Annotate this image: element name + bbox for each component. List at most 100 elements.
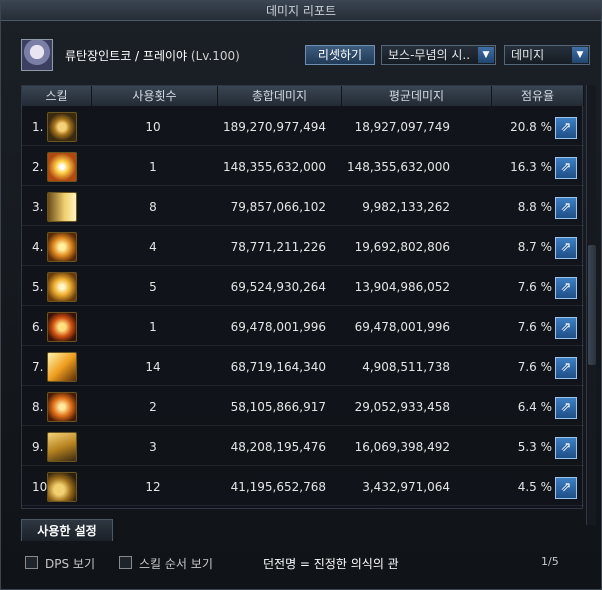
average-damage: 29,052,933,458: [354, 400, 450, 414]
chevron-down-icon: ▼: [478, 47, 494, 63]
sunburst-icon: [47, 152, 77, 182]
damage-share: 20.8 %: [510, 120, 552, 134]
table-row: 3. 8 79,857,066,102 9,982,133,262 8.8 % ⇗: [22, 188, 584, 226]
metric-select-value: 데미지: [511, 48, 545, 62]
row-index: 2.: [32, 160, 44, 174]
row-index: 8.: [32, 400, 44, 414]
total-damage: 189,270,977,494: [222, 120, 326, 134]
column-header-skill[interactable]: 스킬: [22, 86, 92, 106]
row-index: 3.: [32, 200, 44, 214]
use-count: 5: [149, 280, 157, 294]
damage-share: 6.4 %: [517, 400, 552, 414]
use-count: 14: [145, 360, 161, 374]
metric-select[interactable]: 데미지 ▼: [504, 45, 590, 65]
table-row: 5. 5 69,524,930,264 13,904,986,052 7.6 % ⇗: [22, 268, 584, 306]
damage-share: 8.8 %: [517, 200, 552, 214]
column-header-share[interactable]: 점유율: [492, 86, 584, 106]
skill-order-checkbox[interactable]: [119, 556, 132, 569]
row-index: 4.: [32, 240, 44, 254]
character-name: 류탄장인트코 / 프레이야 (Lv.100): [65, 47, 240, 64]
average-damage: 4,908,511,738: [362, 360, 450, 374]
total-damage: 41,195,652,768: [230, 480, 326, 494]
page-indicator: 1/5: [541, 555, 559, 568]
missile-launcher-icon: [47, 432, 77, 462]
table-row: 7. 14 68,719,164,340 4,908,511,738 7.6 % ⇗: [22, 348, 584, 386]
table-row: 4. 4 78,771,211,226 19,692,802,806 8.7 % ⇗: [22, 228, 584, 266]
skill-damage-table: 스킬 사용횟수 총합데미지 평균데미지 점유율 1. 10 189,270,977,…: [21, 85, 584, 509]
orange-sphere-icon: [47, 312, 77, 342]
column-header-count[interactable]: 사용횟수: [92, 86, 218, 106]
damage-share: 16.3 %: [510, 160, 552, 174]
table-row: 10. 12 41,195,652,768 3,432,971,064 4.5 % ⇗: [22, 468, 584, 506]
total-damage: 69,478,001,996: [230, 320, 326, 334]
total-damage: 58,105,866,917: [230, 400, 326, 414]
scrollbar[interactable]: [586, 85, 596, 525]
export-icon[interactable]: ⇗: [555, 197, 577, 219]
export-icon[interactable]: ⇗: [555, 477, 577, 499]
character-level: (Lv.100): [190, 49, 240, 63]
scrollbar-thumb[interactable]: [588, 245, 596, 365]
dungeon-select[interactable]: 보스-무념의 시.. ▼: [381, 45, 496, 65]
table-header: 스킬 사용횟수 총합데미지 평균데미지 점유율: [22, 86, 584, 106]
damage-share: 7.6 %: [517, 280, 552, 294]
average-damage: 19,692,802,806: [354, 240, 450, 254]
export-icon[interactable]: ⇗: [555, 117, 577, 139]
dungeon-title: 던전명 = 진정한 의식의 관: [263, 557, 399, 571]
reset-button[interactable]: 리셋하기: [305, 45, 375, 65]
total-damage: 48,208,195,476: [230, 440, 326, 454]
row-index: 1.: [32, 120, 44, 134]
tab-used-settings[interactable]: 사용한 설정: [21, 519, 113, 541]
use-count: 2: [149, 400, 157, 414]
export-icon[interactable]: ⇗: [555, 397, 577, 419]
total-damage: 78,771,211,226: [230, 240, 326, 254]
damage-share: 4.5 %: [517, 480, 552, 494]
table-row: 9. 3 48,208,195,476 16,069,398,492 5.3 % ⇗: [22, 428, 584, 466]
dps-checkbox[interactable]: [25, 556, 38, 569]
character-name-text: 류탄장인트코 / 프레이야: [65, 49, 188, 63]
export-icon[interactable]: ⇗: [555, 237, 577, 259]
average-damage: 18,927,097,749: [354, 120, 450, 134]
average-damage: 3,432,971,064: [362, 480, 450, 494]
average-damage: 13,904,986,052: [354, 280, 450, 294]
window-title: 데미지 리포트: [1, 1, 601, 21]
dps-label: DPS 보기: [45, 557, 95, 571]
column-header-avg[interactable]: 평균데미지: [342, 86, 492, 106]
damage-share: 7.6 %: [517, 360, 552, 374]
scatter-blast-icon: [47, 272, 77, 302]
row-index: 9.: [32, 440, 44, 454]
export-icon[interactable]: ⇗: [555, 317, 577, 339]
damage-share: 8.7 %: [517, 240, 552, 254]
use-count: 1: [149, 320, 157, 334]
total-damage: 148,355,632,000: [222, 160, 326, 174]
cannon-shot-icon: [47, 192, 77, 222]
average-damage: 16,069,398,492: [354, 440, 450, 454]
export-icon[interactable]: ⇗: [555, 437, 577, 459]
golden-ring-icon: [47, 112, 77, 142]
table-row: 1. 10 189,270,977,494 18,927,097,749 20.8 % ⇗: [22, 108, 584, 146]
row-index: 6.: [32, 320, 44, 334]
character-avatar: [21, 39, 53, 71]
average-damage: 9,982,133,262: [362, 200, 450, 214]
table-row: 2. 1 148,355,632,000 148,355,632,000 16.3 % ⇗: [22, 148, 584, 186]
row-index: 5.: [32, 280, 44, 294]
total-damage: 69,524,930,264: [230, 280, 326, 294]
cannon-icon: [47, 472, 77, 502]
use-count: 1: [149, 160, 157, 174]
export-icon[interactable]: ⇗: [555, 277, 577, 299]
fire-blast-icon: [47, 392, 77, 422]
use-count: 8: [149, 200, 157, 214]
table-row: 6. 1 69,478,001,996 69,478,001,996 7.6 % ⇗: [22, 308, 584, 346]
row-index: 7.: [32, 360, 44, 374]
total-damage: 68,719,164,340: [230, 360, 326, 374]
beam-burst-icon: [47, 352, 77, 382]
damage-share: 5.3 %: [517, 440, 552, 454]
damage-share: 7.6 %: [517, 320, 552, 334]
total-damage: 79,857,066,102: [230, 200, 326, 214]
use-count: 10: [145, 120, 161, 134]
export-icon[interactable]: ⇗: [555, 157, 577, 179]
average-damage: 148,355,632,000: [346, 160, 450, 174]
use-count: 12: [145, 480, 161, 494]
export-icon[interactable]: ⇗: [555, 357, 577, 379]
column-header-total[interactable]: 총합데미지: [218, 86, 342, 106]
average-damage: 69,478,001,996: [354, 320, 450, 334]
